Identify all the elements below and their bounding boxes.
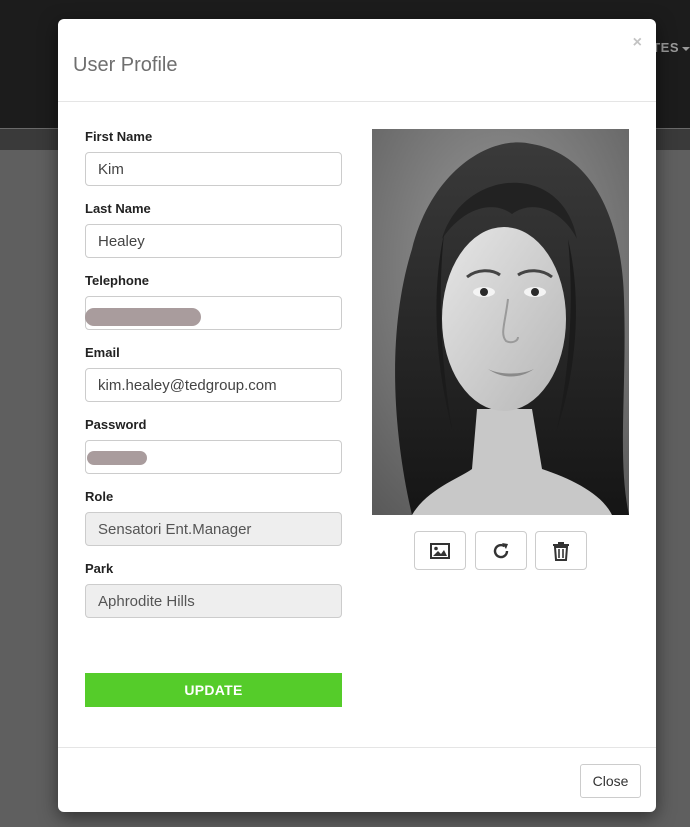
password-label: Password	[85, 417, 147, 432]
modal-header: User Profile ×	[58, 19, 656, 102]
upload-image-button[interactable]	[414, 531, 466, 570]
update-button[interactable]: UPDATE	[85, 673, 342, 707]
telephone-redaction	[85, 308, 201, 326]
park-label: Park	[85, 561, 114, 576]
close-button[interactable]: Close	[580, 764, 641, 798]
trash-icon	[553, 541, 569, 561]
last-name-field[interactable]	[85, 224, 342, 258]
close-icon[interactable]: ×	[633, 35, 642, 51]
profile-photo	[372, 129, 629, 515]
image-icon	[430, 542, 450, 559]
modal-title: User Profile	[73, 54, 178, 76]
last-name-label: Last Name	[85, 201, 151, 216]
first-name-label: First Name	[85, 129, 153, 144]
background-nav-item: TES	[652, 40, 690, 55]
user-profile-modal: User Profile × First Name Last Name Tele…	[58, 19, 656, 812]
role-label: Role	[85, 489, 114, 504]
role-field	[85, 512, 342, 546]
refresh-icon	[493, 542, 509, 558]
email-field[interactable]	[85, 368, 342, 402]
modal-footer: Close	[58, 747, 656, 812]
delete-image-button[interactable]	[535, 531, 587, 570]
email-label: Email	[85, 345, 120, 360]
park-field	[85, 584, 342, 618]
password-redaction	[87, 451, 147, 465]
portrait-image	[372, 129, 629, 515]
rotate-image-button[interactable]	[475, 531, 527, 570]
telephone-label: Telephone	[85, 273, 150, 288]
first-name-field[interactable]	[85, 152, 342, 186]
chevron-down-icon	[682, 46, 690, 51]
